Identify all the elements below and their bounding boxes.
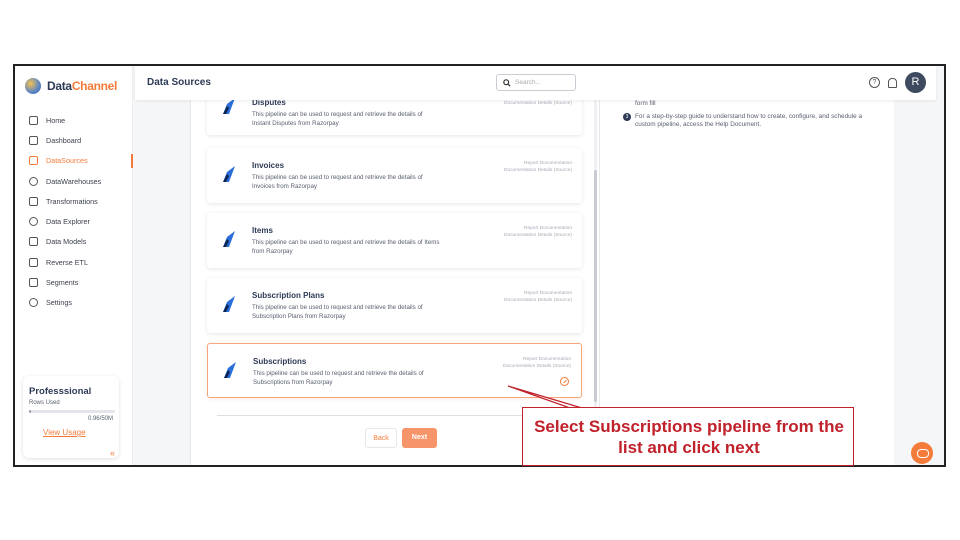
report-documentation-link[interactable]: Report Documentation [504, 225, 572, 232]
usage-value: 0.96/50M [87, 416, 113, 422]
razorpay-logo-icon [223, 296, 235, 312]
view-usage-link[interactable]: View Usage [43, 428, 113, 437]
report-documentation-link[interactable]: Report Documentation [503, 356, 571, 363]
header-actions: ? R [869, 72, 926, 93]
help-icon[interactable]: ? [869, 77, 880, 88]
sidebar-item-data-models[interactable]: Data Models [15, 232, 133, 252]
sidebar-item-settings[interactable]: Settings [15, 293, 133, 313]
sidebar-item-data-explorer[interactable]: Data Explorer [15, 211, 133, 231]
callout-pointer [507, 385, 583, 409]
sidebar-item-home[interactable]: Home [15, 110, 133, 130]
razorpay-logo-icon [224, 362, 236, 378]
report-documentation-link[interactable]: Report Documentation [504, 160, 572, 167]
pipeline-title: Subscriptions [253, 357, 307, 366]
razorpay-logo-icon [223, 98, 235, 114]
documentation-details-link[interactable]: Documentation Details (Source) [504, 297, 572, 304]
pipeline-card-invoices[interactable]: Invoices This pipeline can be used to re… [207, 148, 582, 203]
home-icon [29, 115, 38, 125]
models-icon [29, 237, 38, 247]
usage-progress-bar [29, 410, 115, 413]
top-header: Data Sources Search... ? R [135, 66, 936, 100]
segments-icon [29, 278, 38, 288]
pipeline-description: This pipeline can be used to request and… [253, 370, 424, 386]
search-placeholder: Search... [515, 79, 542, 86]
help-step-3: 3 For a step-by-step guide to understand… [623, 113, 883, 129]
pipeline-card-subscription-plans[interactable]: Subscription Plans This pipeline can be … [207, 278, 582, 333]
bell-icon[interactable] [888, 77, 897, 88]
sidebar-item-segments[interactable]: Segments [15, 272, 133, 292]
chat-bubble-icon[interactable] [911, 442, 933, 464]
pipeline-description: This pipeline can be used to request and… [252, 304, 423, 320]
explorer-icon [29, 217, 38, 227]
datachannel-logo-icon [25, 78, 41, 94]
sidebar-item-datawarehouses[interactable]: DataWarehouses [15, 171, 133, 191]
plan-card: Professsional Rows Used 0.96/50M View Us… [23, 376, 119, 458]
list-scrollbar-thumb[interactable] [594, 170, 597, 402]
sidebar-item-transformations[interactable]: Transformations [15, 191, 133, 211]
next-button[interactable]: Next [402, 428, 437, 448]
page-title: Data Sources [147, 77, 211, 88]
database-icon [29, 176, 38, 186]
pipeline-description: This pipeline can be used to request and… [252, 174, 423, 190]
step-number-badge: 3 [623, 113, 631, 121]
pipeline-description: This pipeline can be used to request and… [252, 239, 440, 255]
usage-progress-fill [29, 410, 31, 413]
pipeline-doc-links: Report Documentation Documentation Detai… [504, 290, 572, 304]
transform-icon [29, 196, 38, 206]
razorpay-logo-icon [223, 166, 235, 182]
sidebar: DataChannel Home Dashboard DataSources D… [15, 66, 133, 465]
pipeline-title: Invoices [252, 161, 285, 170]
pipeline-title: Items [252, 226, 273, 235]
documentation-details-link[interactable]: Documentation Details (Source) [504, 100, 572, 107]
plan-title: Professsional [29, 386, 92, 397]
pipeline-description: This pipeline can be used to request and… [252, 111, 423, 127]
rows-used-label: Rows Used [29, 400, 60, 406]
tutorial-callout: Select Subscriptions pipeline from the l… [522, 407, 854, 466]
documentation-details-link[interactable]: Documentation Details (Source) [504, 232, 572, 239]
avatar[interactable]: R [905, 72, 926, 93]
documentation-details-link[interactable]: Documentation Details (Source) [503, 363, 571, 370]
pipeline-doc-links: Documentation Details (Source) [504, 100, 572, 107]
pipeline-card-items[interactable]: Items This pipeline can be used to reque… [207, 213, 582, 268]
sidebar-item-datasources[interactable]: DataSources [15, 151, 133, 171]
brand[interactable]: DataChannel [25, 78, 117, 94]
search-input[interactable]: Search... [496, 74, 576, 91]
callout-text: Select Subscriptions pipeline from the l… [534, 417, 844, 457]
report-documentation-link[interactable]: Report Documentation [504, 290, 572, 297]
pipeline-title: Subscription Plans [252, 291, 325, 300]
documentation-details-link[interactable]: Documentation Details (Source) [504, 167, 572, 174]
razorpay-logo-icon [223, 231, 235, 247]
datasources-icon [29, 156, 38, 166]
pipeline-doc-links: Report Documentation Documentation Detai… [504, 225, 572, 239]
search-icon [503, 78, 511, 87]
back-button[interactable]: Back [365, 428, 397, 448]
sidebar-item-reverse-etl[interactable]: Reverse ETL [15, 252, 133, 272]
pipeline-doc-links: Report Documentation Documentation Detai… [504, 160, 572, 174]
pipeline-doc-links: Report Documentation Documentation Detai… [503, 356, 571, 370]
sidebar-nav: Home Dashboard DataSources DataWarehouse… [15, 110, 133, 313]
dashboard-icon [29, 135, 38, 145]
brand-name: DataChannel [47, 79, 118, 93]
reverse-etl-icon [29, 257, 38, 267]
collapse-sidebar-icon[interactable]: « [110, 448, 115, 458]
sidebar-item-dashboard[interactable]: Dashboard [15, 130, 133, 150]
settings-icon [29, 298, 38, 308]
